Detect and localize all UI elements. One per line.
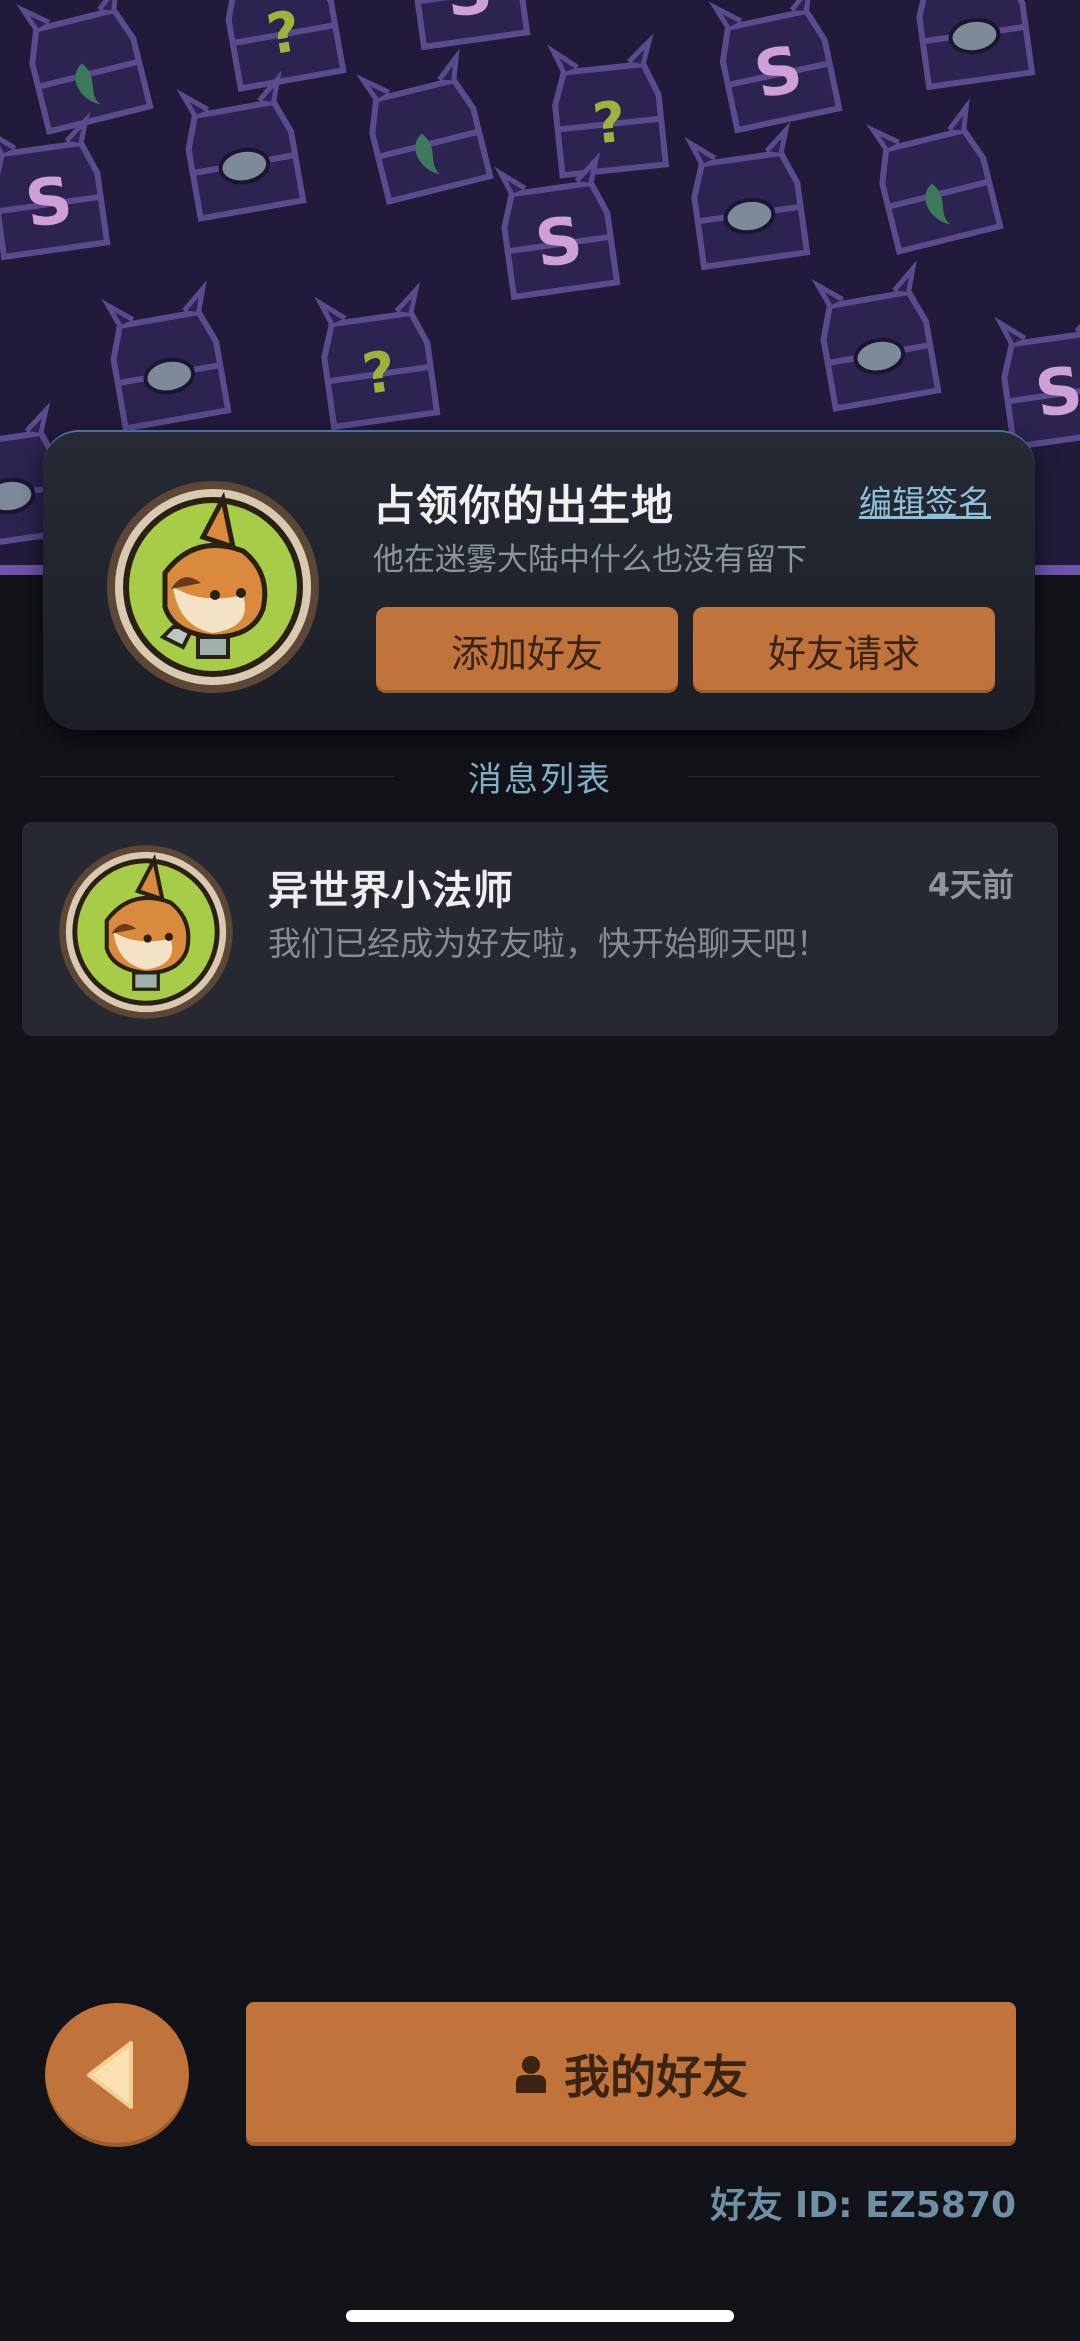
my-friends-button[interactable]: 我的好友	[246, 2002, 1016, 2146]
message-preview: 我们已经成为好友啦，快开始聊天吧！	[268, 924, 829, 963]
add-friend-button[interactable]: 添加好友	[376, 607, 678, 693]
profile-signature: 他在迷雾大陆中什么也没有留下	[373, 542, 807, 578]
back-button[interactable]	[45, 2003, 189, 2147]
person-icon	[516, 2056, 546, 2093]
profile-name: 占领你的出生地	[373, 481, 675, 530]
message-list-title: 消息列表	[468, 760, 612, 800]
fox-avatar-icon	[56, 842, 236, 1022]
back-triangle-icon	[87, 2041, 133, 2109]
svg-text:?: ?	[590, 90, 629, 158]
edit-signature-link[interactable]: 编辑签名	[859, 476, 991, 524]
profile-card: 占领你的出生地 编辑签名 他在迷雾大陆中什么也没有留下 添加好友 好友请求	[43, 430, 1035, 730]
home-indicator[interactable]	[346, 2310, 734, 2322]
list-item[interactable]: 异世界小法师 4天前 我们已经成为好友啦，快开始聊天吧！	[22, 822, 1058, 1036]
message-time: 4天前	[927, 866, 1014, 904]
friends-screen: ? S S S	[0, 0, 1080, 2341]
fox-avatar-icon[interactable]	[103, 477, 323, 697]
message-sender-name: 异世界小法师	[268, 868, 514, 914]
my-friends-label: 我的好友	[564, 2050, 748, 2104]
friend-requests-button[interactable]: 好友请求	[693, 607, 995, 693]
friend-id-text: 好友 ID: EZ5870	[710, 2185, 1016, 2226]
